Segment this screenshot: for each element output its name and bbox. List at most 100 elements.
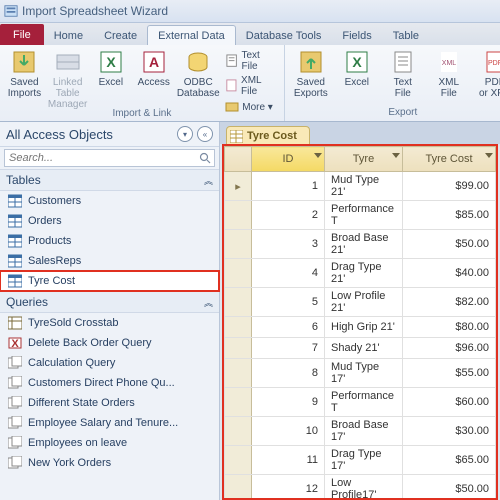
table-row[interactable]: 3Broad Base 21'$50.00	[225, 230, 496, 259]
nav-item-orders[interactable]: Orders	[0, 211, 219, 231]
cell-tyre[interactable]: Low Profile 21'	[325, 288, 403, 317]
row-selector[interactable]: ▸	[225, 172, 252, 201]
excel-exp-button[interactable]: XExcel	[335, 47, 379, 90]
xml-exp-button[interactable]: XMLXMLFile	[427, 47, 471, 101]
cell-id[interactable]: 5	[252, 288, 325, 317]
nav-item-different-state-orders[interactable]: Different State Orders	[0, 393, 219, 413]
cell-cost[interactable]: $80.00	[403, 317, 496, 338]
collapse-icon[interactable]: ︽	[204, 296, 213, 309]
cell-cost[interactable]: $40.00	[403, 259, 496, 288]
dropdown-icon[interactable]	[314, 153, 322, 158]
tab-create[interactable]: Create	[93, 25, 148, 45]
column-header-id[interactable]: ID	[252, 147, 325, 172]
table-row[interactable]: 12Low Profile17'$50.00	[225, 475, 496, 500]
nav-item-employee-salary-and-tenure-[interactable]: Employee Salary and Tenure...	[0, 413, 219, 433]
search-input[interactable]	[4, 149, 215, 167]
access-imp-button[interactable]: AAccess	[133, 47, 174, 90]
cell-cost[interactable]: $60.00	[403, 388, 496, 417]
row-selector[interactable]	[225, 338, 252, 359]
table-row[interactable]: 10Broad Base 17'$30.00	[225, 417, 496, 446]
tab-database-tools[interactable]: Database Tools	[235, 25, 333, 45]
nav-item-tyresold-crosstab[interactable]: TyreSold Crosstab	[0, 313, 219, 333]
cell-cost[interactable]: $55.00	[403, 359, 496, 388]
table-row[interactable]: 5Low Profile 21'$82.00	[225, 288, 496, 317]
row-selector[interactable]	[225, 417, 252, 446]
nav-item-tyre-cost[interactable]: Tyre Cost	[0, 271, 219, 291]
table-row[interactable]: 2Performance T$85.00	[225, 201, 496, 230]
table-row[interactable]: 8Mud Type 17'$55.00	[225, 359, 496, 388]
row-selector[interactable]	[225, 230, 252, 259]
tab-home[interactable]: Home	[43, 25, 94, 45]
cell-tyre[interactable]: Performance T	[325, 201, 403, 230]
table-row[interactable]: 4Drag Type 21'$40.00	[225, 259, 496, 288]
cell-id[interactable]: 3	[252, 230, 325, 259]
dropdown-icon[interactable]	[392, 153, 400, 158]
cell-tyre[interactable]: Shady 21'	[325, 338, 403, 359]
cell-cost[interactable]: $82.00	[403, 288, 496, 317]
row-selector[interactable]	[225, 359, 252, 388]
nav-section-queries[interactable]: Queries︽	[0, 291, 219, 313]
search-icon[interactable]	[199, 152, 211, 164]
saved-imports-button[interactable]: SavedImports	[4, 47, 45, 101]
cell-id[interactable]: 7	[252, 338, 325, 359]
nav-item-delete-back-order-query[interactable]: XDelete Back Order Query	[0, 333, 219, 353]
column-header-tyre-cost[interactable]: Tyre Cost	[403, 147, 496, 172]
cell-id[interactable]: 9	[252, 388, 325, 417]
datasheet-grid[interactable]: IDTyreTyre Cost ▸1Mud Type 21'$99.002Per…	[222, 144, 498, 500]
tab-external-data[interactable]: External Data	[147, 25, 236, 45]
nav-collapse-icon[interactable]: «	[197, 126, 213, 142]
tab-table[interactable]: Table	[382, 25, 430, 45]
cell-tyre[interactable]: High Grip 21'	[325, 317, 403, 338]
row-selector[interactable]	[225, 288, 252, 317]
cell-id[interactable]: 1	[252, 172, 325, 201]
table-row[interactable]: ▸1Mud Type 21'$99.00	[225, 172, 496, 201]
nav-header[interactable]: All Access Objects ▾ «	[0, 122, 219, 147]
nav-section-tables[interactable]: Tables︽	[0, 169, 219, 191]
nav-item-products[interactable]: Products	[0, 231, 219, 251]
cell-id[interactable]: 6	[252, 317, 325, 338]
nav-item-calculation-query[interactable]: Calculation Query	[0, 353, 219, 373]
document-tab-tyre-cost[interactable]: Tyre Cost	[226, 126, 310, 144]
cell-id[interactable]: 12	[252, 475, 325, 500]
tab-fields[interactable]: Fields	[331, 25, 382, 45]
nav-item-salesreps[interactable]: SalesReps	[0, 251, 219, 271]
cell-tyre[interactable]: Low Profile17'	[325, 475, 403, 500]
row-selector[interactable]	[225, 317, 252, 338]
collapse-icon[interactable]: ︽	[204, 174, 213, 187]
text-exp-button[interactable]: TextFile	[381, 47, 425, 101]
cell-id[interactable]: 4	[252, 259, 325, 288]
text-imp-button[interactable]: Text File	[222, 49, 280, 73]
row-selector[interactable]	[225, 446, 252, 475]
cell-tyre[interactable]: Mud Type 17'	[325, 359, 403, 388]
nav-item-customers[interactable]: Customers	[0, 191, 219, 211]
cell-cost[interactable]: $50.00	[403, 475, 496, 500]
column-header-tyre[interactable]: Tyre	[325, 147, 403, 172]
nav-item-new-york-orders[interactable]: New York Orders	[0, 453, 219, 473]
cell-cost[interactable]: $50.00	[403, 230, 496, 259]
cell-id[interactable]: 11	[252, 446, 325, 475]
tab-file[interactable]: File	[0, 24, 44, 45]
cell-tyre[interactable]: Mud Type 21'	[325, 172, 403, 201]
table-row[interactable]: 7Shady 21'$96.00	[225, 338, 496, 359]
select-all-header[interactable]	[225, 147, 252, 172]
nav-item-customers-direct-phone-qu-[interactable]: Customers Direct Phone Qu...	[0, 373, 219, 393]
cell-cost[interactable]: $65.00	[403, 446, 496, 475]
cell-tyre[interactable]: Broad Base 21'	[325, 230, 403, 259]
cell-tyre[interactable]: Performance T	[325, 388, 403, 417]
cell-cost[interactable]: $30.00	[403, 417, 496, 446]
row-selector[interactable]	[225, 259, 252, 288]
cell-id[interactable]: 2	[252, 201, 325, 230]
cell-id[interactable]: 8	[252, 359, 325, 388]
cell-cost[interactable]: $99.00	[403, 172, 496, 201]
table-row[interactable]: 11Drag Type 17'$65.00	[225, 446, 496, 475]
odbc-button[interactable]: ODBCDatabase	[176, 47, 220, 101]
row-selector[interactable]	[225, 475, 252, 500]
cell-tyre[interactable]: Drag Type 17'	[325, 446, 403, 475]
nav-item-employees-on-leave[interactable]: Employees on leave	[0, 433, 219, 453]
cell-tyre[interactable]: Drag Type 21'	[325, 259, 403, 288]
cell-tyre[interactable]: Broad Base 17'	[325, 417, 403, 446]
table-row[interactable]: 9Performance T$60.00	[225, 388, 496, 417]
table-row[interactable]: 6High Grip 21'$80.00	[225, 317, 496, 338]
excel-imp-button[interactable]: XExcel	[90, 47, 131, 90]
pdf-exp-button[interactable]: PDFPDFor XPS	[473, 47, 500, 101]
